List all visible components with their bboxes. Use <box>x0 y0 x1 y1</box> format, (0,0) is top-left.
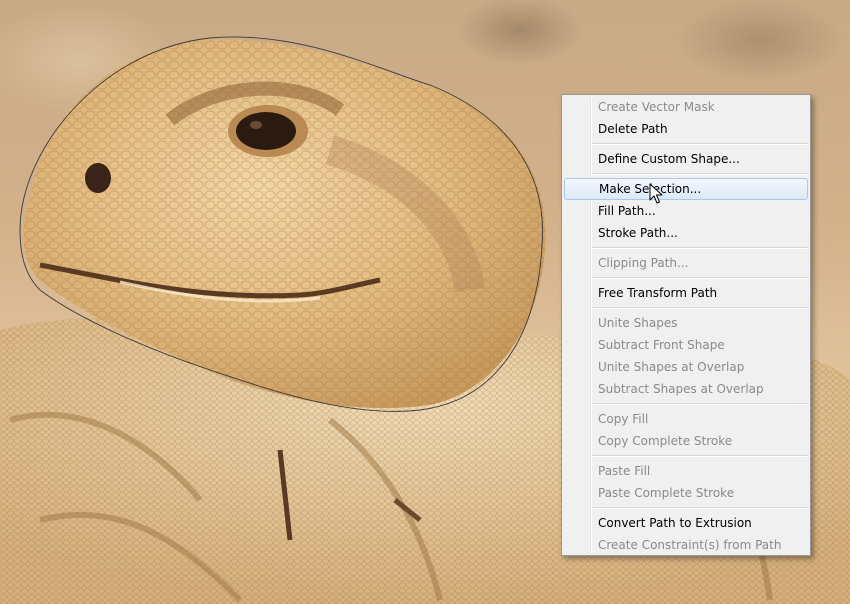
menu-item-fill-path[interactable]: Fill Path... <box>564 200 808 222</box>
menu-separator <box>592 244 808 252</box>
menu-separator <box>592 274 808 282</box>
menu-separator <box>592 170 808 178</box>
menu-item-delete-path[interactable]: Delete Path <box>564 118 808 140</box>
context-menu[interactable]: Create Vector Mask Delete Path Define Cu… <box>561 94 811 556</box>
arrow-pointer-icon <box>649 183 663 204</box>
menu-item-create-vector-mask[interactable]: Create Vector Mask <box>564 96 808 118</box>
menu-item-define-custom-shape[interactable]: Define Custom Shape... <box>564 148 808 170</box>
menu-separator <box>592 304 808 312</box>
menu-item-free-transform-path[interactable]: Free Transform Path <box>564 282 808 304</box>
menu-item-make-selection[interactable]: Make Selection... <box>564 178 808 200</box>
menu-item-clipping-path[interactable]: Clipping Path... <box>564 252 808 274</box>
menu-separator <box>592 140 808 148</box>
menu-item-copy-complete-stroke[interactable]: Copy Complete Stroke <box>564 430 808 452</box>
menu-item-paste-complete-stroke[interactable]: Paste Complete Stroke <box>564 482 808 504</box>
menu-item-paste-fill[interactable]: Paste Fill <box>564 460 808 482</box>
menu-item-stroke-path[interactable]: Stroke Path... <box>564 222 808 244</box>
menu-item-subtract-shapes-at-overlap[interactable]: Subtract Shapes at Overlap <box>564 378 808 400</box>
menu-separator <box>592 400 808 408</box>
menu-separator <box>592 504 808 512</box>
menu-item-create-constraints-from-path[interactable]: Create Constraint(s) from Path <box>564 534 808 556</box>
menu-item-unite-shapes[interactable]: Unite Shapes <box>564 312 808 334</box>
menu-item-copy-fill[interactable]: Copy Fill <box>564 408 808 430</box>
menu-separator <box>592 452 808 460</box>
menu-item-convert-path-to-extrusion[interactable]: Convert Path to Extrusion <box>564 512 808 534</box>
menu-item-subtract-front-shape[interactable]: Subtract Front Shape <box>564 334 808 356</box>
menu-item-unite-shapes-at-overlap[interactable]: Unite Shapes at Overlap <box>564 356 808 378</box>
